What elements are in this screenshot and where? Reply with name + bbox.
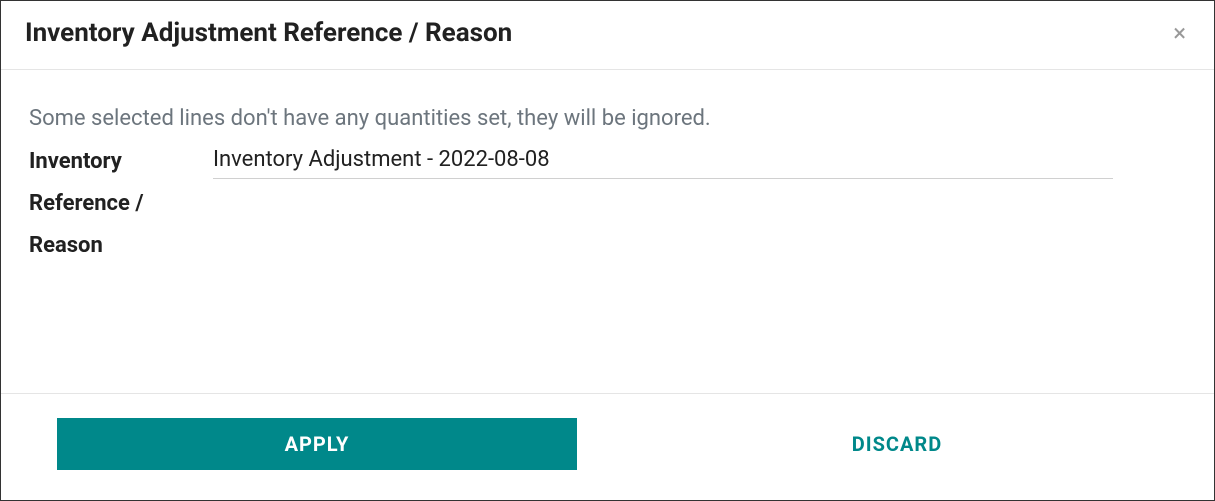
field-label-reference: Inventory Reference / Reason (29, 141, 189, 266)
modal-body: Some selected lines don't have any quant… (1, 70, 1214, 306)
reference-reason-input[interactable] (213, 145, 1113, 179)
modal-footer: APPLY DISCARD (1, 393, 1214, 500)
discard-button[interactable]: DISCARD (637, 418, 1157, 470)
modal-title: Inventory Adjustment Reference / Reason (25, 18, 512, 48)
warning-text: Some selected lines don't have any quant… (29, 106, 1186, 131)
apply-button[interactable]: APPLY (57, 418, 577, 470)
modal-header: Inventory Adjustment Reference / Reason … (1, 1, 1214, 70)
field-input-wrap (213, 141, 1113, 179)
form-row-reference: Inventory Reference / Reason (29, 141, 1186, 266)
close-icon[interactable]: × (1169, 17, 1190, 49)
